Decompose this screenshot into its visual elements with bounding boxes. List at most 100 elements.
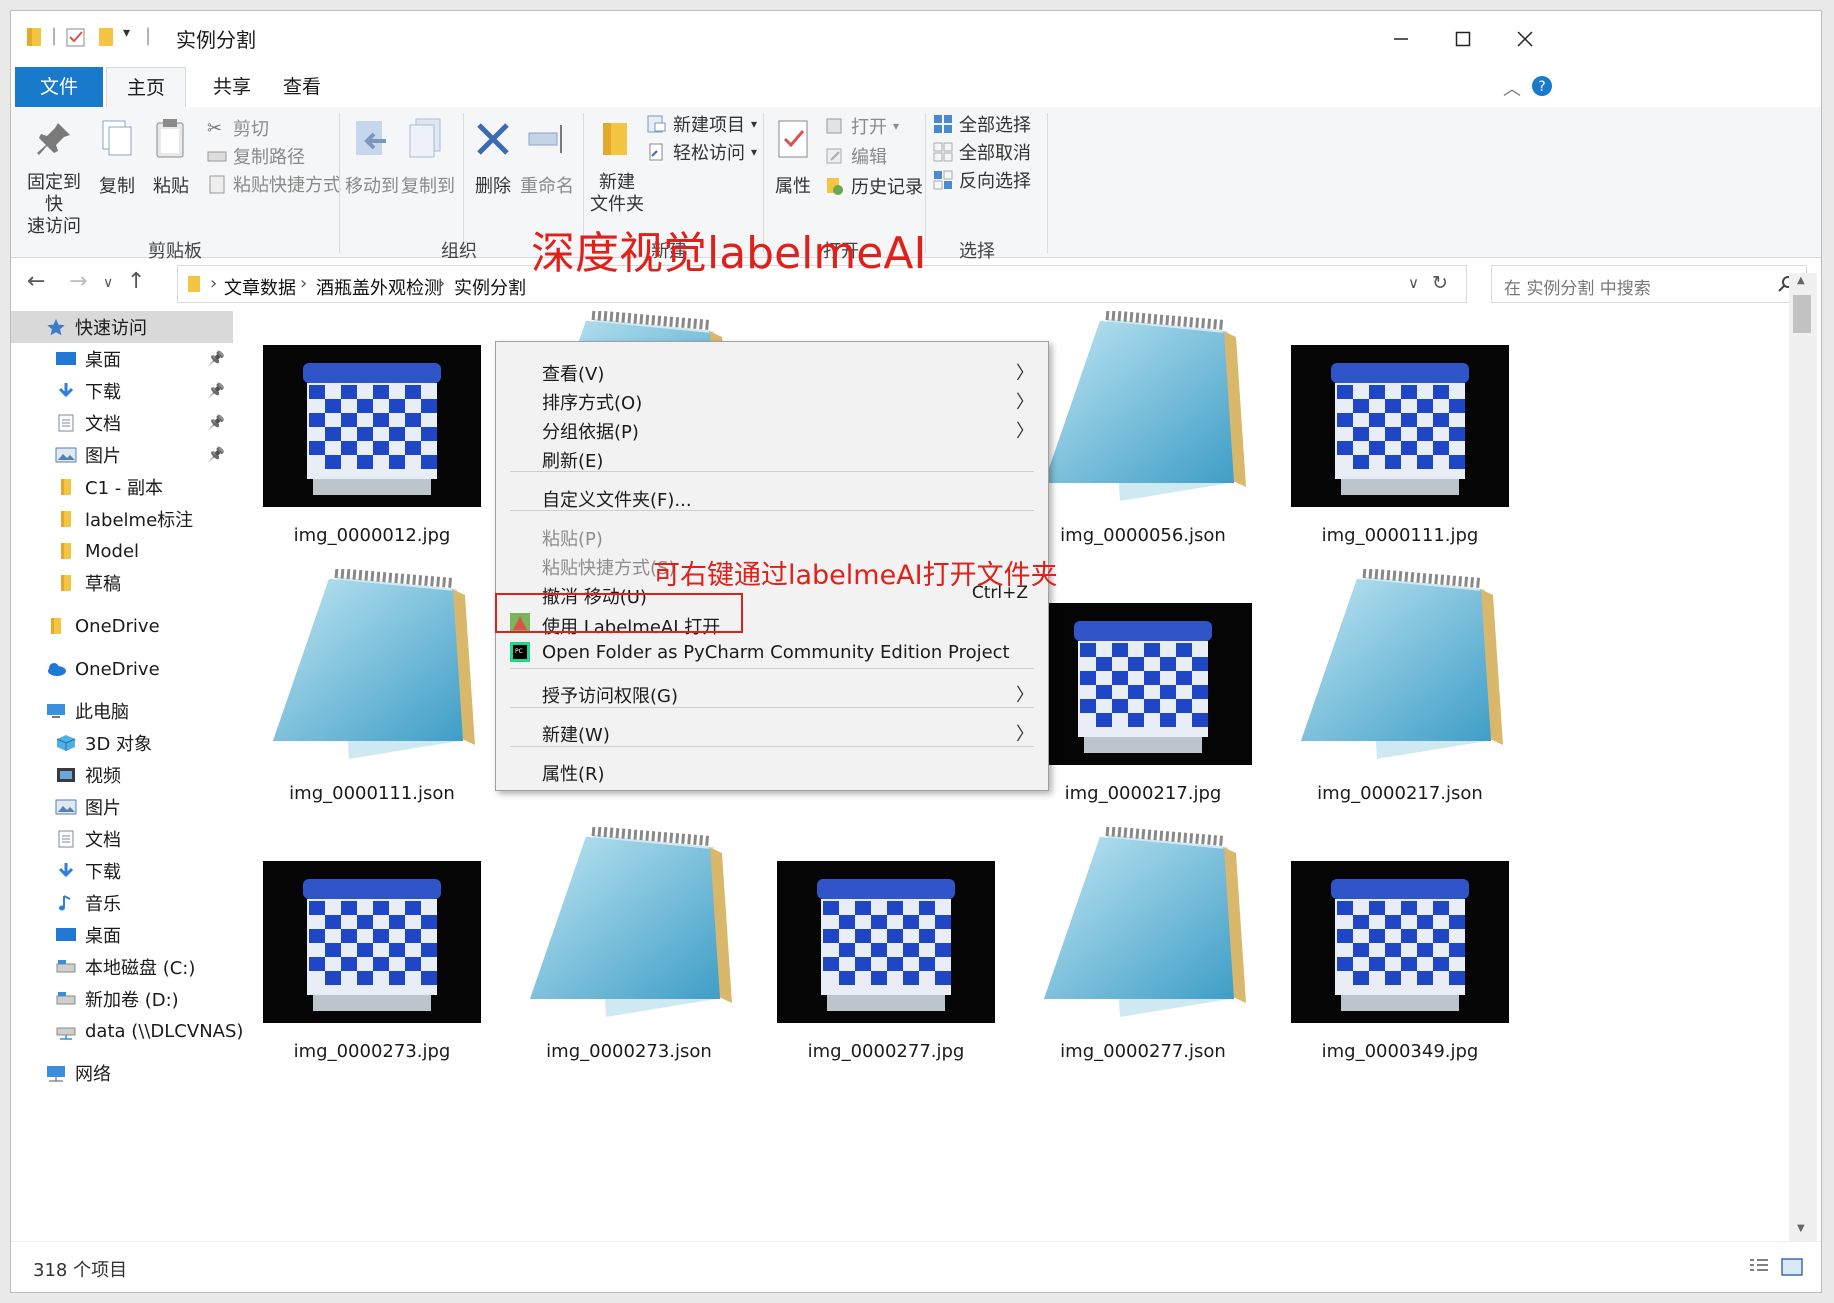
copy-path-button[interactable]: 复制路径 [207,143,305,169]
up-arrow-icon[interactable]: ↑ [127,269,145,294]
sidebar-item[interactable]: 网络 [11,1057,233,1089]
close-button[interactable] [1489,11,1561,67]
sidebar-item[interactable]: 视频 [11,759,233,791]
document-icon [55,830,77,848]
new-folder-button[interactable]: 新建 文件夹 [589,117,645,216]
breadcrumb-item[interactable]: 实例分割 [454,274,526,300]
easy-access-button[interactable]: 轻松访问 ▾ [647,139,757,165]
copy-button[interactable]: 复制 [95,117,139,198]
large-icons-view-icon[interactable] [1781,1258,1803,1276]
sidebar-item[interactable]: 图片 📌 [11,439,233,471]
sidebar-item[interactable]: 本地磁盘 (C:) [11,951,233,983]
refresh-icon[interactable]: ↻ [1432,272,1448,294]
paste-button[interactable]: 粘贴 [149,117,193,198]
cut-button[interactable]: ✂ 剪切 [207,115,269,141]
image-file-item[interactable]: img_0000217.jpg [1018,579,1268,837]
delete-button[interactable]: 删除 [471,117,515,198]
address-history-chevron-icon[interactable]: ∨ [1408,274,1419,292]
customize-quick-access-icon[interactable]: ▾ [123,25,130,41]
sidebar-item[interactable]: 桌面 📌 [11,343,233,375]
invert-selection-button[interactable]: 反向选择 [933,167,1031,193]
json-file-item[interactable]: img_0000273.json [504,826,754,1095]
sidebar-item[interactable]: 3D 对象 [11,727,233,759]
image-file-item[interactable]: img_0000349.jpg [1275,837,1525,1095]
tab-home[interactable]: 主页 [106,67,186,108]
sidebar-item[interactable]: OneDrive [11,610,233,642]
context-menu-item[interactable]: 新建(W) 〉 [496,717,1048,747]
context-menu-item-label: 属性(R) [542,764,605,785]
pin-icon: 📌 [207,351,225,367]
vertical-scrollbar[interactable]: ▲ ▼ [1789,273,1817,1241]
json-file-item[interactable]: img_0000277.json [1018,826,1268,1095]
rename-button[interactable]: 重命名 [519,117,575,198]
sidebar-item[interactable]: 文档 [11,823,233,855]
copy-to-button[interactable]: 复制到 [401,117,455,198]
recent-locations-chevron-icon[interactable]: ∨ [103,275,113,291]
file-name: img_0000277.json [1060,1041,1226,1062]
sidebar-item[interactable]: labelme标注 [11,503,233,535]
forward-arrow-icon[interactable]: → [69,269,87,294]
properties-button[interactable]: 属性 [771,117,815,198]
sidebar-item[interactable]: 草稿 [11,567,233,599]
drive-icon [55,990,77,1008]
edit-button[interactable]: 编辑 [825,143,887,169]
search-box[interactable]: 在 实例分割 中搜索 [1491,265,1807,303]
paste-shortcut-button[interactable]: 粘贴快捷方式 [207,171,341,197]
image-file-item[interactable]: img_0000277.jpg [761,837,1011,1095]
network-icon [45,1064,67,1082]
json-file-item[interactable]: img_0000056.json [1018,311,1268,579]
tab-view[interactable]: 查看 [267,67,337,107]
select-none-button[interactable]: 全部取消 [933,139,1031,165]
collapse-ribbon-icon[interactable]: ︿ [1503,75,1521,101]
context-menu-item[interactable]: 分组依据(P) 〉 [496,414,1048,444]
document-icon [55,414,77,432]
details-view-icon[interactable] [1749,1258,1769,1276]
open-button[interactable]: 打开 ▾ [825,113,899,139]
sidebar-item[interactable]: 下载 [11,855,233,887]
new-item-button[interactable]: 新建项目 ▾ [647,111,757,137]
context-menu-item[interactable]: 粘贴(P) [496,521,1048,551]
tab-share[interactable]: 共享 [197,67,267,107]
properties-quick-icon[interactable] [65,25,87,49]
image-file-item[interactable]: img_0000111.jpg [1275,321,1525,579]
context-menu-item[interactable]: 刷新(E) [496,443,1048,473]
move-to-button[interactable]: 移动到 [345,117,399,198]
sidebar-item[interactable]: 新加卷 (D:) [11,983,233,1015]
sidebar-item[interactable]: 下载 📌 [11,375,233,407]
json-file-item[interactable]: img_0000217.json [1275,568,1525,837]
scrollbar-thumb[interactable] [1793,295,1811,333]
context-menu-item[interactable]: 查看(V) 〉 [496,356,1048,386]
breadcrumb-item[interactable]: 酒瓶盖外观检测 [316,274,442,300]
context-menu-item[interactable]: 授予访问权限(G) 〉 [496,678,1048,708]
context-menu-item[interactable]: 自定义文件夹(F)... [496,482,1048,512]
sidebar-item[interactable]: OneDrive [11,653,233,685]
json-file-item[interactable]: img_0000111.json [247,568,497,837]
context-menu-item[interactable]: 排序方式(O) 〉 [496,385,1048,415]
sidebar-item[interactable]: data (\\DLCVNAS) [11,1015,243,1047]
title-bar: | ▾ | 实例分割 [11,11,1821,67]
scroll-down-icon[interactable]: ▼ [1797,1223,1805,1234]
sidebar-item[interactable]: 桌面 [11,919,233,951]
pin-quick-access-button[interactable]: 固定到快 速访问 [21,117,87,238]
sidebar-item-label: Model [85,540,140,562]
context-menu-item[interactable]: 属性(R) [496,756,1048,786]
sidebar-item[interactable]: 快速访问 [11,311,233,343]
tab-file[interactable]: 文件 [15,67,103,107]
new-folder-quick-icon[interactable] [97,25,117,49]
history-button[interactable]: 历史记录 [825,173,923,199]
ribbon-tabs: 文件 主页 共享 查看 ︿ ? [11,67,1821,108]
sidebar-item[interactable]: 图片 [11,791,233,823]
sidebar-item[interactable]: 此电脑 [11,695,233,727]
context-menu-item[interactable]: PC Open Folder as PyCharm Community Editi… [496,638,1048,668]
image-file-item[interactable]: img_0000273.jpg [247,837,497,1095]
image-file-item[interactable]: img_0000012.jpg [247,321,497,579]
breadcrumb-item[interactable]: 文章数据 [224,274,296,300]
select-all-button[interactable]: 全部选择 [933,111,1031,137]
help-icon[interactable]: ? [1531,75,1553,97]
sidebar-item[interactable]: Model [11,535,233,567]
scroll-up-icon[interactable]: ▲ [1797,275,1805,286]
back-arrow-icon[interactable]: ← [27,269,45,294]
sidebar-item[interactable]: 文档 📌 [11,407,233,439]
sidebar-item[interactable]: C1 - 副本 [11,471,233,503]
sidebar-item[interactable]: 音乐 [11,887,233,919]
